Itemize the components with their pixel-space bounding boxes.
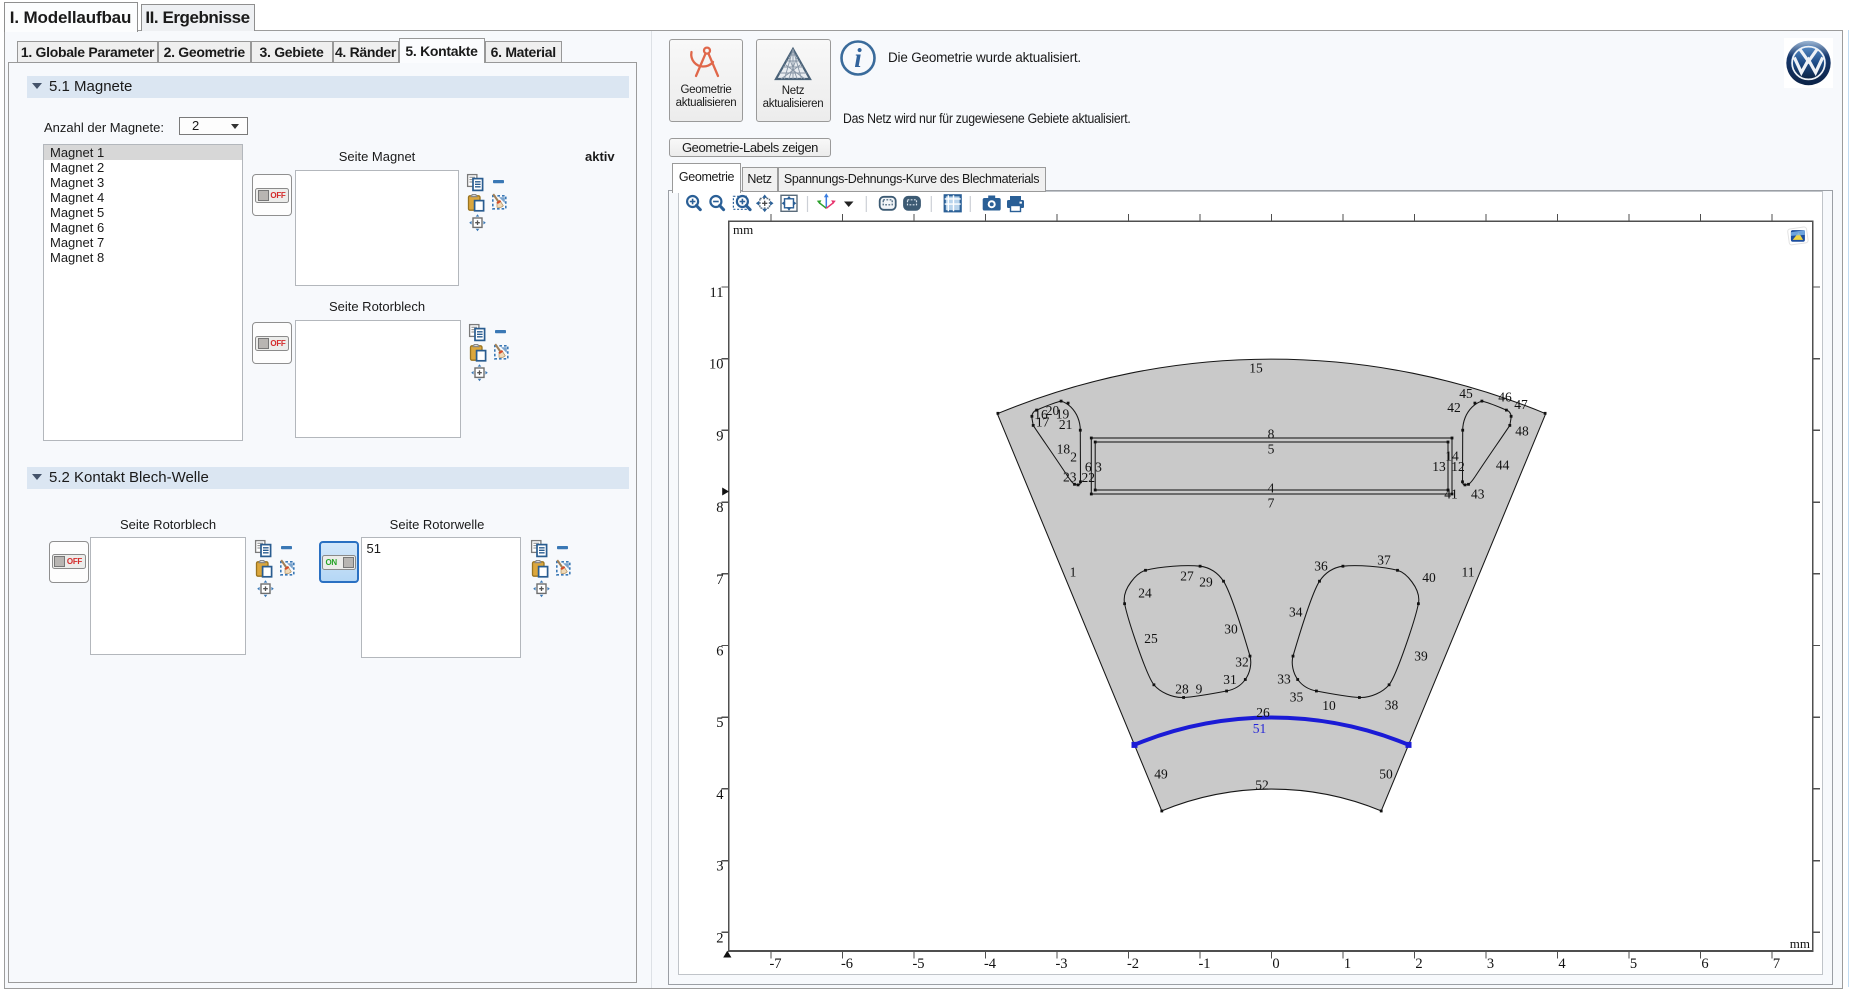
svg-text:mm: mm — [733, 222, 753, 237]
svg-text:-5: -5 — [912, 956, 924, 972]
svg-text:45: 45 — [1459, 386, 1473, 401]
svg-text:42: 42 — [1447, 400, 1461, 415]
svg-text:44: 44 — [1496, 458, 1510, 473]
svg-text:37: 37 — [1377, 553, 1391, 568]
svg-text:38: 38 — [1385, 698, 1399, 713]
svg-text:2: 2 — [1415, 956, 1422, 972]
svg-text:17: 17 — [1036, 414, 1050, 429]
svg-text:-6: -6 — [841, 956, 853, 972]
svg-text:5: 5 — [1630, 956, 1637, 972]
svg-text:-1: -1 — [1198, 956, 1210, 972]
svg-text:43: 43 — [1471, 487, 1485, 502]
svg-text:9: 9 — [1196, 682, 1203, 697]
svg-text:3: 3 — [1487, 956, 1494, 972]
svg-text:15: 15 — [1249, 361, 1263, 376]
svg-text:2: 2 — [716, 930, 723, 946]
svg-text:3: 3 — [1095, 460, 1102, 475]
svg-text:mm: mm — [1790, 936, 1810, 951]
svg-text:22: 22 — [1082, 470, 1096, 485]
svg-text:41: 41 — [1444, 487, 1458, 502]
svg-text:28: 28 — [1175, 682, 1189, 697]
svg-text:8: 8 — [1268, 426, 1275, 441]
svg-text:40: 40 — [1422, 570, 1436, 585]
svg-text:5: 5 — [1268, 441, 1275, 456]
svg-text:4: 4 — [1558, 956, 1566, 972]
svg-text:-3: -3 — [1055, 956, 1067, 972]
svg-text:48: 48 — [1515, 424, 1529, 439]
svg-text:33: 33 — [1277, 672, 1291, 687]
svg-text:-4: -4 — [984, 956, 997, 972]
svg-text:21: 21 — [1059, 417, 1073, 432]
svg-text:36: 36 — [1314, 559, 1328, 574]
svg-text:0: 0 — [1272, 956, 1279, 972]
svg-text:1: 1 — [1344, 956, 1351, 972]
svg-text:29: 29 — [1199, 575, 1213, 590]
svg-text:-7: -7 — [769, 956, 781, 972]
svg-text:12: 12 — [1451, 459, 1465, 474]
svg-text:2: 2 — [1070, 450, 1077, 465]
svg-text:47: 47 — [1514, 397, 1528, 412]
svg-text:23: 23 — [1063, 470, 1077, 485]
svg-text:46: 46 — [1498, 390, 1512, 405]
svg-text:11: 11 — [710, 285, 724, 301]
svg-text:-2: -2 — [1127, 956, 1139, 972]
svg-text:7: 7 — [1773, 956, 1780, 972]
svg-text:6: 6 — [716, 644, 723, 660]
svg-text:4: 4 — [716, 787, 724, 803]
svg-text:39: 39 — [1414, 649, 1428, 664]
svg-text:32: 32 — [1235, 655, 1249, 670]
svg-text:6: 6 — [1701, 956, 1708, 972]
svg-text:10: 10 — [1322, 698, 1336, 713]
svg-text:7: 7 — [1268, 496, 1275, 511]
svg-text:10: 10 — [709, 357, 724, 373]
svg-text:4: 4 — [1268, 480, 1275, 495]
svg-text:8: 8 — [716, 500, 723, 516]
svg-text:51: 51 — [1253, 721, 1267, 736]
svg-text:11: 11 — [1462, 565, 1475, 580]
svg-text:1: 1 — [1070, 565, 1077, 580]
svg-text:9: 9 — [716, 428, 723, 444]
svg-text:35: 35 — [1290, 690, 1304, 705]
svg-text:24: 24 — [1138, 586, 1152, 601]
svg-text:34: 34 — [1289, 605, 1303, 620]
svg-text:13: 13 — [1432, 459, 1446, 474]
svg-text:50: 50 — [1379, 767, 1393, 782]
svg-text:25: 25 — [1144, 631, 1158, 646]
svg-text:52: 52 — [1255, 778, 1269, 793]
svg-text:3: 3 — [716, 859, 723, 875]
svg-text:49: 49 — [1154, 767, 1168, 782]
svg-text:31: 31 — [1223, 672, 1237, 687]
svg-text:30: 30 — [1224, 622, 1238, 637]
svg-text:26: 26 — [1256, 705, 1270, 720]
svg-text:18: 18 — [1057, 442, 1071, 457]
svg-text:7: 7 — [716, 572, 723, 588]
svg-text:27: 27 — [1180, 569, 1194, 584]
svg-text:5: 5 — [716, 715, 723, 731]
